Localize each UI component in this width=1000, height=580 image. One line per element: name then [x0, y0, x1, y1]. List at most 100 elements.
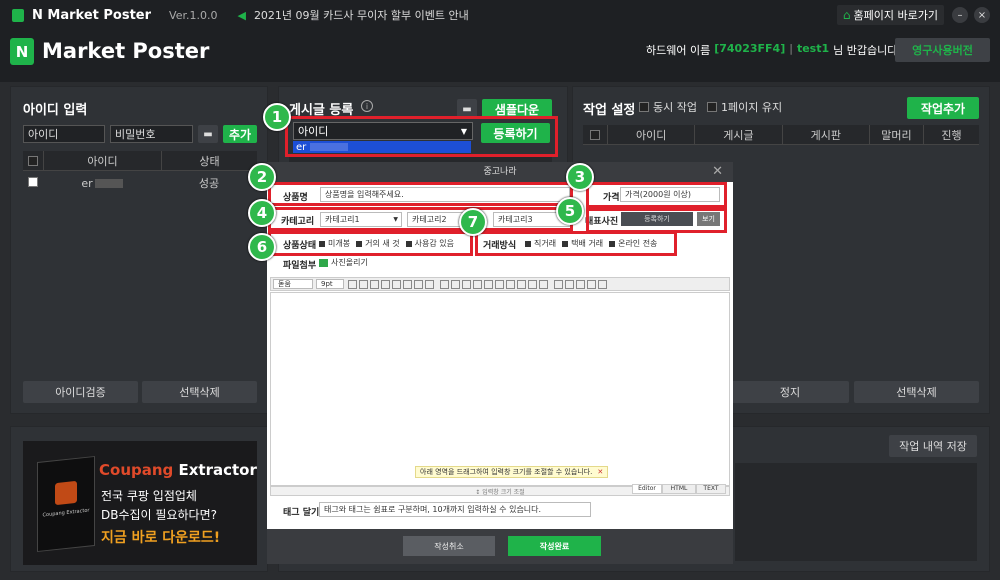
size-select[interactable]: 9pt: [316, 279, 344, 289]
id-input[interactable]: 아이디: [23, 125, 105, 143]
minimize-button[interactable]: –: [952, 7, 968, 23]
ad-line-2: DB수집이 필요하다면?: [101, 508, 217, 522]
hw-id: [74023FF4]: [714, 42, 786, 55]
italic-icon[interactable]: [370, 279, 379, 289]
info-icon[interactable]: i: [361, 100, 373, 112]
text-format-icon[interactable]: [539, 279, 548, 289]
user-name: test1: [796, 42, 830, 55]
id-table-header: 아이디 상태: [23, 151, 257, 171]
cancel-button[interactable]: 작성취소: [403, 536, 495, 556]
tab-editor[interactable]: Editor: [632, 484, 662, 494]
resize-hint: 아래 영역을 드래그하여 입력창 크기를 조절할 수 있습니다. ✕: [415, 466, 609, 478]
photo-upload-label: 사진올리기: [331, 258, 368, 267]
resize-hint-text: 아래 영역을 드래그하여 입력창 크기를 조절할 수 있습니다.: [420, 468, 593, 476]
stop-button[interactable]: 정지: [731, 381, 849, 403]
editor-mode-tabs: Editor HTML TEXT: [632, 484, 726, 494]
ordered-list-icon[interactable]: [484, 279, 493, 289]
strike-icon[interactable]: [381, 279, 390, 289]
select-all-checkbox[interactable]: [23, 151, 43, 170]
close-button[interactable]: ×: [974, 7, 990, 23]
editor-body[interactable]: [270, 292, 730, 486]
link-icon[interactable]: [565, 279, 574, 289]
notice-text[interactable]: 2021년 09월 카드사 무이자 할부 이벤트 안내: [254, 7, 469, 23]
highlight-box-1: [285, 116, 558, 157]
highlight-box-5: [586, 208, 727, 233]
ad-line-1: 전국 쿠팡 입점업체: [101, 489, 197, 503]
job-col-progress: 진행: [922, 125, 979, 144]
close-icon[interactable]: ✕: [597, 468, 603, 476]
align-right-icon[interactable]: [462, 279, 471, 289]
hw-label: 하드웨어 이름: [646, 44, 711, 57]
delete-selected-button[interactable]: 선택삭제: [142, 381, 257, 403]
outdent-icon[interactable]: [506, 279, 515, 289]
dialog-footer: 작성취소 작성완료: [267, 529, 733, 564]
password-input[interactable]: 비밀번호: [110, 125, 193, 143]
license-button[interactable]: 영구사용버전: [895, 38, 990, 62]
add-job-button[interactable]: 작업추가: [907, 97, 979, 119]
line-height-icon[interactable]: [528, 279, 537, 289]
job-select-all[interactable]: [583, 125, 607, 144]
font-color-icon[interactable]: [392, 279, 401, 289]
font-select[interactable]: 돋움: [273, 279, 313, 289]
photo-upload-button[interactable]: 사진올리기: [319, 257, 368, 268]
bold-icon[interactable]: [348, 279, 357, 289]
tag-input[interactable]: 태그와 태그는 쉼표로 구분하며, 10개까지 입력하실 수 있습니다.: [319, 502, 591, 517]
search-icon[interactable]: [598, 279, 607, 289]
image-icon: [319, 258, 328, 267]
header-separator: |: [789, 42, 793, 55]
ad-brand-b: Extractor: [173, 461, 257, 479]
job-col-id: 아이디: [607, 125, 694, 144]
home-button[interactable]: ⌂ 홈페이지 바로가기: [836, 5, 944, 25]
id-panel-title: 아이디 입력: [23, 103, 88, 118]
greeting: 님 반갑습니다!: [833, 44, 902, 57]
underline-icon[interactable]: [359, 279, 368, 289]
col-status: 상태: [161, 151, 257, 170]
quote-icon[interactable]: [554, 279, 563, 289]
step-badge-7: 7: [459, 208, 487, 236]
bg-color-icon[interactable]: [403, 279, 412, 289]
save-history-button[interactable]: 작업 내역 저장: [889, 435, 977, 457]
tab-text[interactable]: TEXT: [696, 484, 726, 494]
step-badge-4: 4: [248, 199, 276, 227]
subscript-icon[interactable]: [425, 279, 434, 289]
home-button-label: 홈페이지 바로가기: [853, 9, 938, 22]
editor-toolbar: 돋움 9pt: [270, 277, 730, 291]
bullet-list-icon[interactable]: [495, 279, 504, 289]
table-icon[interactable]: [587, 279, 596, 289]
id-panel: 아이디 입력 아이디 비밀번호 ▬ 추가 아이디 상태 er 성공 아이디검증 …: [10, 86, 268, 414]
add-id-button[interactable]: 추가: [223, 125, 257, 143]
keep-page-checkbox[interactable]: [706, 102, 717, 112]
dialog-title-bar: 중고나라 ✕: [267, 162, 733, 182]
highlight-box-7: [475, 231, 677, 256]
simultaneous-label: 동시 작업: [653, 101, 697, 114]
dialog-close-icon[interactable]: ✕: [712, 162, 723, 182]
special-char-icon[interactable]: [576, 279, 585, 289]
ad-line-3: 지금 바로 다운로드!: [101, 530, 221, 546]
simultaneous-checkbox[interactable]: [639, 102, 649, 112]
highlight-box-4: [268, 207, 573, 231]
justify-icon[interactable]: [473, 279, 482, 289]
folder-button[interactable]: ▬: [198, 125, 218, 143]
submit-button[interactable]: 작성완료: [508, 536, 601, 556]
highlight-box-6: [268, 231, 473, 256]
step-badge-2: 2: [248, 163, 276, 191]
align-left-icon[interactable]: [440, 279, 449, 289]
product-box-image: Coupang Extractor: [37, 455, 95, 553]
row-checkbox[interactable]: [23, 176, 43, 190]
title-bar: N Market Poster Ver.1.0.0 ◀ 2021년 09월 카드…: [0, 0, 1000, 30]
ad-panel: Coupang Extractor Coupang Extractor 전국 쿠…: [10, 426, 268, 572]
app-name: N Market Poster: [32, 7, 152, 23]
tab-html[interactable]: HTML: [662, 484, 696, 494]
verify-id-button[interactable]: 아이디검증: [23, 381, 138, 403]
highlight-box-2: [268, 182, 573, 206]
step-badge-1: 1: [263, 103, 291, 131]
id-table-body: [23, 193, 257, 363]
coupang-ad-banner[interactable]: Coupang Extractor Coupang Extractor 전국 쿠…: [23, 441, 257, 565]
indent-icon[interactable]: [517, 279, 526, 289]
delete-job-button[interactable]: 선택삭제: [854, 381, 979, 403]
align-center-icon[interactable]: [451, 279, 460, 289]
speaker-icon: ◀: [237, 8, 246, 22]
keep-page-label: 1페이지 유지: [720, 101, 783, 114]
superscript-icon[interactable]: [414, 279, 423, 289]
table-row[interactable]: er 성공: [23, 175, 257, 191]
